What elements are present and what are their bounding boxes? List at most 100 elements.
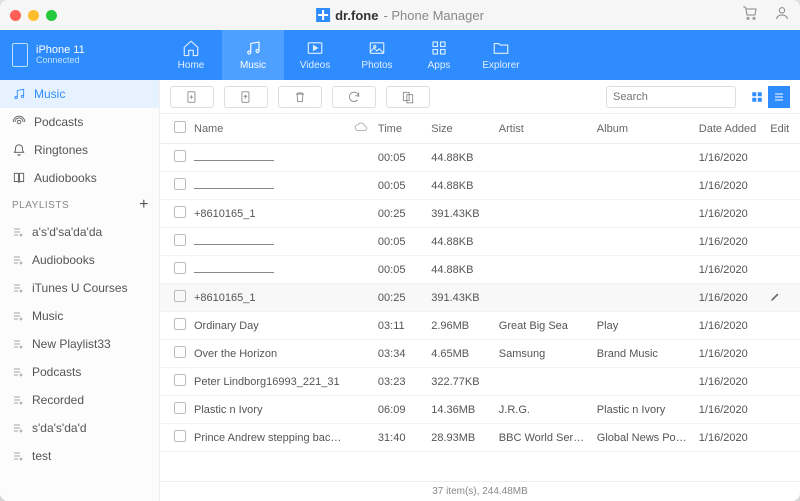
row-checkbox[interactable]	[174, 318, 186, 330]
playlist-item[interactable]: test	[0, 442, 159, 470]
row-checkbox[interactable]	[174, 262, 186, 274]
cell-artist	[495, 144, 593, 172]
cell-date: 1/16/2020	[695, 172, 766, 200]
playlist-item[interactable]: iTunes U Courses	[0, 274, 159, 302]
edit-icon[interactable]	[770, 293, 781, 305]
cell-size: 391.43KB	[427, 284, 495, 312]
cell-name: Over the Horizon	[190, 340, 350, 368]
tab-explorer[interactable]: Explorer	[470, 30, 532, 80]
titlebar: dr.fone - Phone Manager	[0, 0, 800, 30]
tab-home[interactable]: Home	[160, 30, 222, 80]
cloud-icon	[354, 120, 368, 134]
tab-apps[interactable]: Apps	[408, 30, 470, 80]
row-checkbox[interactable]	[174, 206, 186, 218]
table-row[interactable]: 00:0544.88KB1/16/2020	[160, 144, 800, 172]
app-title: dr.fone - Phone Manager	[316, 8, 484, 23]
cell-time: 00:05	[374, 172, 427, 200]
search-field[interactable]	[613, 91, 755, 103]
playlist-icon	[12, 226, 24, 238]
cell-time: 00:05	[374, 256, 427, 284]
row-checkbox[interactable]	[174, 402, 186, 414]
cell-date: 1/16/2020	[695, 396, 766, 424]
row-checkbox[interactable]	[174, 234, 186, 246]
refresh-button[interactable]	[332, 86, 376, 108]
row-checkbox[interactable]	[174, 346, 186, 358]
playlist-item[interactable]: a's'd'sa'da'da	[0, 218, 159, 246]
app-window: dr.fone - Phone Manager iPhone 11 Connec…	[0, 0, 800, 501]
col-album[interactable]: Album	[593, 114, 695, 144]
row-checkbox[interactable]	[174, 374, 186, 386]
brand-label: dr.fone	[335, 8, 378, 23]
subtitle-label: - Phone Manager	[383, 8, 483, 23]
playlist-label: test	[32, 449, 51, 463]
sidebar-item-audiobooks[interactable]: Audiobooks	[0, 164, 159, 192]
table-row[interactable]: +8610165_100:25391.43KB1/16/2020	[160, 200, 800, 228]
col-size[interactable]: Size	[427, 114, 495, 144]
status-bar: 37 item(s), 244.48MB	[160, 481, 800, 501]
table-row[interactable]: 00:0544.88KB 1/16/2020	[160, 172, 800, 200]
select-all-checkbox[interactable]	[174, 121, 186, 133]
cart-icon[interactable]	[742, 5, 758, 26]
cell-album	[593, 228, 695, 256]
col-date[interactable]: Date Added	[695, 114, 766, 144]
playlist-item[interactable]: s'da's'da'd	[0, 414, 159, 442]
sidebar-item-music[interactable]: Music	[0, 80, 159, 108]
cell-size: 44.88KB	[427, 256, 495, 284]
playlist-item[interactable]: Music	[0, 302, 159, 330]
cell-date: 1/16/2020	[695, 256, 766, 284]
table-row[interactable]: 00:0544.88KB1/16/2020	[160, 228, 800, 256]
delete-button[interactable]	[278, 86, 322, 108]
cell-album	[593, 144, 695, 172]
tab-videos[interactable]: Videos	[284, 30, 346, 80]
table-row[interactable]: Ordinary Day03:112.96MBGreat Big SeaPlay…	[160, 312, 800, 340]
cell-size: 44.88KB	[427, 172, 495, 200]
track-table[interactable]: Name Time Size Artist Album Date Added E…	[160, 114, 800, 481]
maximize-icon[interactable]	[46, 10, 57, 21]
table-row[interactable]: 00:0544.88KB 1/16/2020	[160, 256, 800, 284]
user-icon[interactable]	[774, 5, 790, 26]
row-checkbox[interactable]	[174, 290, 186, 302]
sidebar-item-ringtones[interactable]: Ringtones	[0, 136, 159, 164]
export-button[interactable]	[224, 86, 268, 108]
sidebar-item-podcasts[interactable]: Podcasts	[0, 108, 159, 136]
cell-name	[190, 144, 350, 172]
list-view-button[interactable]	[768, 86, 790, 108]
close-icon[interactable]	[10, 10, 21, 21]
row-checkbox[interactable]	[174, 150, 186, 162]
content-area: Music Podcasts Ringtones Audiobooks PLAY…	[0, 80, 800, 501]
add-playlist-button[interactable]: +	[139, 196, 149, 214]
cell-album: Plastic n Ivory	[593, 396, 695, 424]
table-row[interactable]: Plastic n Ivory06:0914.36MBJ.R.G.Plastic…	[160, 396, 800, 424]
table-row[interactable]: Prince Andrew stepping back fro...31:402…	[160, 424, 800, 452]
col-artist[interactable]: Artist	[495, 114, 593, 144]
category-tabs: Home Music Videos Photos Apps Explorer	[160, 30, 532, 80]
cell-album	[593, 284, 695, 312]
add-button[interactable]	[170, 86, 214, 108]
tab-music[interactable]: Music	[222, 30, 284, 80]
col-edit[interactable]: Edit	[766, 114, 800, 144]
search-input[interactable]	[606, 86, 736, 108]
row-checkbox[interactable]	[174, 430, 186, 442]
playlist-label: a's'd'sa'da'da	[32, 225, 102, 239]
playlist-item[interactable]: Podcasts	[0, 358, 159, 386]
col-time[interactable]: Time	[374, 114, 427, 144]
col-name[interactable]: Name	[190, 114, 350, 144]
cell-size: 44.88KB	[427, 228, 495, 256]
row-checkbox[interactable]	[174, 178, 186, 190]
playlist-item[interactable]: Audiobooks	[0, 246, 159, 274]
status-text: 37 item(s), 244.48MB	[432, 486, 528, 497]
device-info[interactable]: iPhone 11 Connected	[0, 30, 160, 80]
cell-date: 1/16/2020	[695, 200, 766, 228]
table-row[interactable]: Peter Lindborg16993_221_3103:23322.77KB1…	[160, 368, 800, 396]
playlist-icon	[12, 338, 24, 350]
minimize-icon[interactable]	[28, 10, 39, 21]
cell-date: 1/16/2020	[695, 284, 766, 312]
table-row[interactable]: +8610165_100:25391.43KB1/16/2020	[160, 284, 800, 312]
playlist-item[interactable]: New Playlist33	[0, 330, 159, 358]
grid-view-button[interactable]	[746, 86, 768, 108]
tab-photos[interactable]: Photos	[346, 30, 408, 80]
table-row[interactable]: Over the Horizon03:344.65MBSamsungBrand …	[160, 340, 800, 368]
playlist-item[interactable]: Recorded	[0, 386, 159, 414]
cell-date: 1/16/2020	[695, 368, 766, 396]
dedupe-button[interactable]	[386, 86, 430, 108]
